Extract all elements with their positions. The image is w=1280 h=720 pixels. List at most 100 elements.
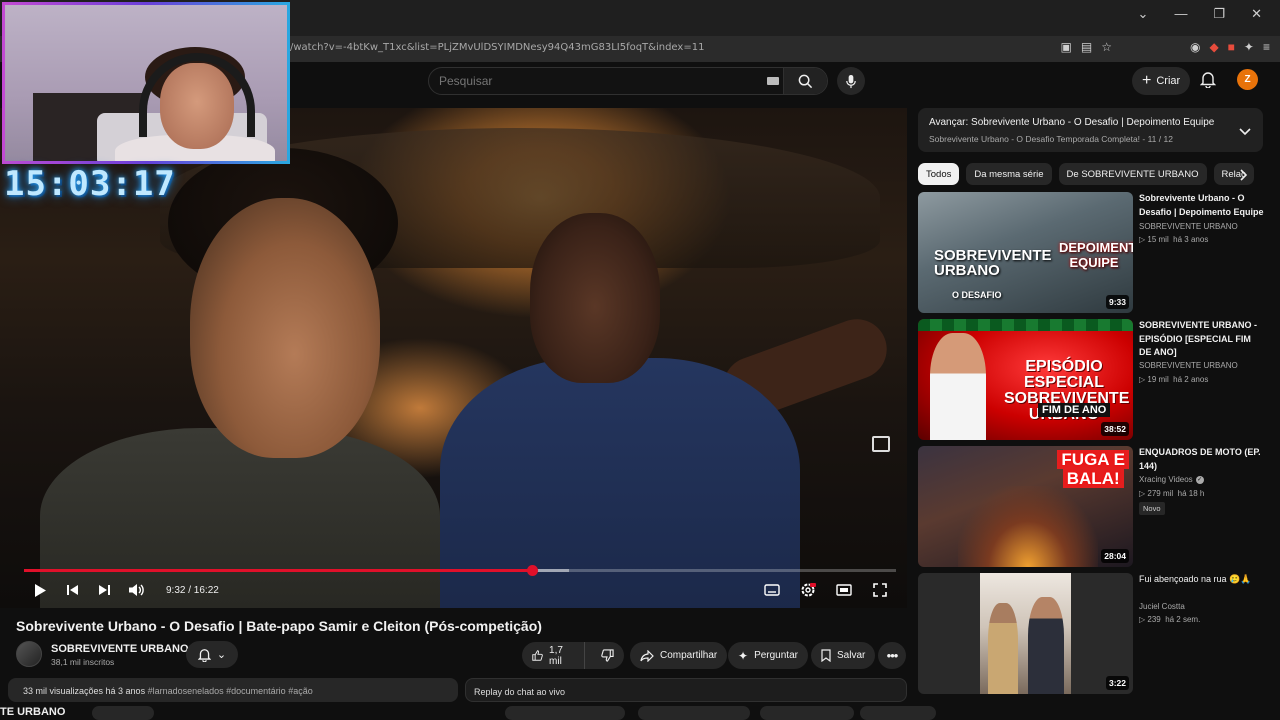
extension-icon[interactable]: ◆: [1209, 40, 1218, 54]
maximize-icon[interactable]: ❐: [1213, 6, 1225, 22]
star-icon[interactable]: ☆: [1101, 40, 1112, 54]
video-thumbnail[interactable]: 3:22: [918, 573, 1133, 694]
miniplayer-icon[interactable]: [872, 436, 890, 452]
description-box[interactable]: 33 mil visualizações há 3 anos #larnados…: [8, 678, 458, 702]
bottom-fragment-5: [860, 706, 936, 720]
bottom-fragment-4: [760, 706, 854, 720]
video-duration: 28:04: [1101, 549, 1129, 563]
progress-scrubber[interactable]: [526, 565, 538, 576]
reader-icon[interactable]: ▤: [1081, 40, 1092, 54]
thumbs-up-icon: [532, 650, 543, 661]
video-duration: 9:33: [1105, 295, 1129, 309]
view-count: ▷ 279 mil: [1139, 489, 1174, 498]
recommendation-channel[interactable]: SOBREVIVENTE URBANO: [1139, 222, 1238, 231]
voice-search-button[interactable]: [837, 67, 865, 95]
description-tags[interactable]: #larnadosenelados #documentário #ação: [148, 686, 313, 696]
chat-replay-box[interactable]: Replay do chat ao vivo: [465, 678, 907, 702]
recommendation-title[interactable]: ENQUADROS DE MOTO (EP. 144): [1139, 446, 1265, 473]
recommendation-item[interactable]: SOBREVIVENTE URBANO O DESAFIO DEPOIMENTO…: [918, 192, 1264, 314]
recommendation-title[interactable]: SOBREVIVENTE URBANO - EPISÓDIO [ESPECIAL…: [1139, 319, 1265, 360]
chat-replay-label: Replay do chat ao vivo: [474, 687, 566, 697]
close-icon[interactable]: ✕: [1251, 6, 1262, 22]
search-button[interactable]: [783, 68, 827, 94]
recommendation-title[interactable]: Fui abençoado na rua 🥲🙏: [1139, 573, 1265, 587]
recommendation-item[interactable]: 3:22 Fui abençoado na rua 🥲🙏 Juciel Cost…: [918, 573, 1264, 695]
search-box[interactable]: [428, 67, 828, 95]
more-actions-button[interactable]: •••: [878, 642, 906, 669]
extension-red-icon[interactable]: ■: [1228, 40, 1235, 54]
keyboard-icon[interactable]: [767, 77, 779, 85]
next-button[interactable]: [88, 578, 120, 602]
theater-button[interactable]: [828, 578, 860, 602]
menu-icon[interactable]: ≡: [1263, 40, 1270, 54]
notifications-button[interactable]: [1199, 71, 1217, 93]
thumbnail-tag: FIM DE ANO: [1038, 403, 1111, 417]
subscription-bell-button[interactable]: ⌄: [186, 641, 238, 668]
screenshot-icon[interactable]: ▣: [1061, 40, 1072, 54]
channel-label: Xracing Videos: [1139, 475, 1193, 484]
video-thumbnail[interactable]: FUGA E BALA! 28:04: [918, 446, 1133, 567]
recommendation-channel[interactable]: Juciel Costta: [1139, 602, 1185, 611]
search-input[interactable]: [429, 68, 784, 94]
dislike-button[interactable]: [591, 642, 624, 669]
chip-from-channel[interactable]: De SOBREVIVENTE URBANO: [1058, 163, 1207, 185]
recommendation-channel[interactable]: Xracing Videos ✓: [1139, 475, 1204, 484]
plus-icon: +: [1142, 72, 1152, 89]
create-button[interactable]: + Criar: [1132, 67, 1191, 95]
play-button[interactable]: [24, 578, 56, 602]
subtitles-button[interactable]: [756, 578, 788, 602]
url-text[interactable]: /watch?v=-4btKw_T1xc&list=PLjZMvUlDSYIMD…: [290, 42, 704, 53]
volume-button[interactable]: [120, 578, 152, 602]
bell-icon: [197, 648, 211, 662]
chevron-down-icon[interactable]: [1239, 123, 1251, 141]
next-icon: [98, 585, 110, 595]
account-icon[interactable]: ◉: [1190, 40, 1200, 54]
video-thumbnail[interactable]: SOBREVIVENTE URBANO O DESAFIO DEPOIMENTO…: [918, 192, 1133, 313]
video-frame-person-left-head: [190, 198, 380, 458]
stream-clock: 15:03:17: [4, 164, 176, 204]
ask-button[interactable]: ✦ Perguntar: [728, 642, 808, 669]
fullscreen-button[interactable]: [864, 578, 896, 602]
video-thumbnail[interactable]: EPISÓDIO ESPECIAL SOBREVIVENTE URBANO FI…: [918, 319, 1133, 440]
thumbnail-subtext: O DESAFIO: [952, 290, 1002, 300]
next-video-title: Avançar: Sobrevivente Urbano - O Desafio…: [929, 117, 1215, 128]
progress-bar[interactable]: [24, 565, 896, 576]
view-count: ▷ 15 mil: [1139, 235, 1169, 244]
channel-name[interactable]: SOBREVIVENTE URBANO: [51, 643, 189, 655]
bell-icon: [1199, 72, 1217, 89]
chip-same-series[interactable]: Da mesma série: [966, 163, 1052, 185]
create-label: Criar: [1156, 75, 1181, 87]
playlist-next-box[interactable]: Avançar: Sobrevivente Urbano - O Desafio…: [918, 108, 1263, 152]
bottom-fragment-3: [638, 706, 750, 720]
settings-button[interactable]: [792, 578, 824, 602]
bookmark-icon: [821, 649, 831, 662]
chevron-down-icon[interactable]: ⌄: [1138, 6, 1149, 22]
like-button[interactable]: 1,7 mil: [522, 642, 585, 669]
description-stats: 33 mil visualizações há 3 anos: [23, 686, 146, 696]
bottom-fragment-1: [92, 706, 154, 720]
previous-button[interactable]: [56, 578, 88, 602]
user-avatar[interactable]: Z: [1237, 69, 1258, 90]
puzzle-icon[interactable]: ✦: [1244, 40, 1254, 54]
chip-all[interactable]: Todos: [918, 163, 960, 185]
player-controls: 9:32 / 16:22: [24, 578, 896, 602]
minimize-icon[interactable]: —: [1174, 6, 1187, 22]
view-count: ▷ 239: [1139, 615, 1161, 624]
video-title: Sobrevivente Urbano - O Desafio | Bate-p…: [16, 618, 542, 634]
recommendation-title[interactable]: Sobrevivente Urbano - O Desafio | Depoim…: [1139, 192, 1265, 219]
recommendation-item[interactable]: EPISÓDIO ESPECIAL SOBREVIVENTE URBANO FI…: [918, 319, 1264, 441]
chevron-right-icon[interactable]: [1240, 168, 1248, 186]
recommendation-item[interactable]: FUGA E BALA! 28:04 ENQUADROS DE MOTO (EP…: [918, 446, 1264, 568]
gear-icon: [801, 583, 816, 597]
thumbnail-text: FUGA E BALA!: [1057, 450, 1129, 488]
share-button[interactable]: Compartilhar: [630, 642, 728, 669]
window-controls: ⌄ — ❐ ✕: [1138, 6, 1280, 22]
save-button[interactable]: Salvar: [811, 642, 876, 669]
recommendation-channel[interactable]: SOBREVIVENTE URBANO: [1139, 361, 1238, 370]
video-frame-person-right-head: [530, 213, 660, 383]
subtitles-icon: [764, 584, 780, 596]
streamer-webcam: [2, 2, 290, 164]
channel-avatar[interactable]: [16, 641, 42, 667]
recommendation-meta: ▷ 239 há 2 sem.: [1139, 615, 1200, 624]
view-count: ▷ 19 mil: [1139, 375, 1169, 384]
